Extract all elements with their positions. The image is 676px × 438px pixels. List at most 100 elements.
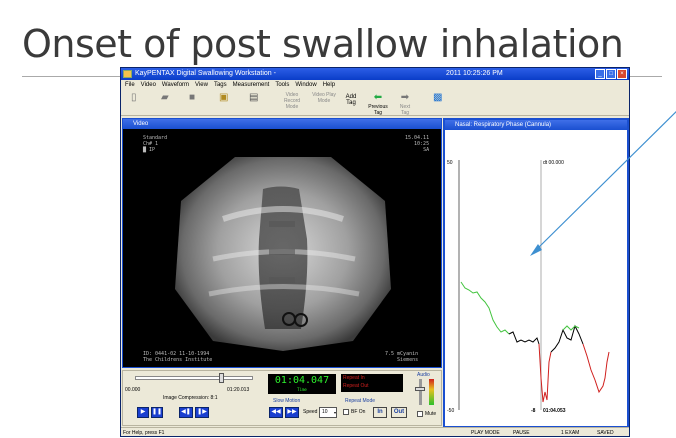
play-button[interactable]: ▶ xyxy=(137,407,149,418)
menu-video[interactable]: Video xyxy=(141,80,156,90)
menu-window[interactable]: Window xyxy=(295,80,316,90)
overlay-line: SA xyxy=(423,147,430,153)
repeat-mode-label: Repeat Mode xyxy=(345,398,376,404)
pause-icon: ❚❚ xyxy=(152,409,163,415)
slow-rewind-button[interactable]: ◀◀ xyxy=(269,407,283,418)
app-window: KayPENTAX Digital Swallowing Workstation… xyxy=(120,67,630,437)
video-overlay-top-left: Standard Ch# 1 █ IP xyxy=(143,135,167,153)
window-clock: 2011 10:25:26 PM xyxy=(446,70,503,77)
video-record-mode-button[interactable]: Video Record Mode xyxy=(279,92,305,110)
video-play-label: Video Play Mode xyxy=(312,92,336,104)
timeline-slider[interactable] xyxy=(135,376,253,380)
step-back-button[interactable]: ◀❚ xyxy=(179,407,193,418)
save-button[interactable]: ■ xyxy=(189,92,195,104)
arrow-left-icon: ⬅ xyxy=(373,92,383,103)
video-overlay-bottom-right: 7.5 mCyanin Siemens xyxy=(385,351,418,363)
video-panel: Video Standard Ch# 1 █ IP 15.04.11 10:25… xyxy=(122,118,442,368)
previous-tag-label: Previous Tag xyxy=(368,104,388,116)
status-bar: For Help, press F1 PLAY MODE PAUSE 1 EXA… xyxy=(121,427,629,437)
time-display-value: 01:04.047 xyxy=(274,375,330,386)
speed-select[interactable]: 10 ▾ xyxy=(319,407,337,418)
menu-file[interactable]: File xyxy=(125,80,135,90)
video-panel-header[interactable]: Video xyxy=(123,119,441,129)
step-forward-button[interactable]: ❚▶ xyxy=(195,407,209,418)
start-time: 00.000 xyxy=(125,387,141,393)
patient-button[interactable]: ▣ xyxy=(219,92,228,104)
respiratory-panel-header[interactable]: Nasal: Respiratory Phase (Cannula) xyxy=(445,120,627,130)
maximize-button[interactable]: □ xyxy=(606,69,616,79)
floppy-icon: ■ xyxy=(189,92,196,103)
next-tag-label: Next Tag xyxy=(399,104,411,116)
slow-motion-label: Slow Motion xyxy=(273,398,301,404)
video-overlay-bottom-left: ID: 0441-02 11-10-1994 The Childrens Ins… xyxy=(143,351,212,363)
bf-on-checkbox[interactable] xyxy=(343,409,349,415)
menu-measurement[interactable]: Measurement xyxy=(233,80,270,90)
printer-icon: ▤ xyxy=(249,92,259,103)
new-file-button[interactable]: ▯ xyxy=(131,92,137,104)
waveform-black-1 xyxy=(508,331,540,345)
patient-icon: ▣ xyxy=(219,92,229,103)
time-display: 01:04.047 Time xyxy=(268,374,336,394)
close-button[interactable]: × xyxy=(617,69,627,79)
repeat-in-label: Repeat In xyxy=(343,375,365,381)
repeat-out-button[interactable]: Out xyxy=(391,407,407,418)
bf-on-label: BF On xyxy=(351,409,366,415)
step-back-icon: ◀❚ xyxy=(181,409,191,415)
help-book-icon: ▩ xyxy=(433,92,443,103)
waveform-black-2 xyxy=(550,324,584,353)
print-button[interactable]: ▤ xyxy=(249,92,258,104)
menu-bar: File Video Waveform View Tags Measuremen… xyxy=(121,80,629,90)
window-titlebar[interactable]: KayPENTAX Digital Swallowing Workstation… xyxy=(121,68,629,80)
video-play-mode-button[interactable]: Video Play Mode xyxy=(311,92,337,104)
end-time: 01:20.013 xyxy=(227,387,250,393)
app-icon xyxy=(123,70,132,78)
window-title: KayPENTAX Digital Swallowing Workstation… xyxy=(135,70,276,77)
previous-tag-button[interactable]: ⬅ Previous Tag xyxy=(367,92,389,116)
respiratory-panel: Nasal: Respiratory Phase (Cannula) 50 -5… xyxy=(443,118,629,428)
menu-tags[interactable]: Tags xyxy=(214,80,227,90)
arrow-right-icon: ➡ xyxy=(400,92,410,103)
new-file-icon: ▯ xyxy=(131,92,137,103)
help-button[interactable]: ▩ xyxy=(433,92,442,104)
step-forward-icon: ❚▶ xyxy=(197,409,207,415)
audio-slider-track[interactable] xyxy=(419,379,422,405)
fast-forward-icon: ▶▶ xyxy=(287,409,297,415)
video-record-label: Video Record Mode xyxy=(283,92,301,110)
speed-label: Speed xyxy=(303,409,318,415)
folder-icon: ▰ xyxy=(161,92,169,103)
audio-slider-handle[interactable] xyxy=(415,387,425,391)
audio-label: Audio xyxy=(417,372,430,378)
menu-view[interactable]: View xyxy=(195,80,208,90)
menu-help[interactable]: Help xyxy=(323,80,335,90)
menu-tools[interactable]: Tools xyxy=(275,80,289,90)
y-bottom-label: -50 xyxy=(447,408,454,414)
repeat-out-label: Repeat Out xyxy=(343,383,369,389)
rewind-icon: ◀◀ xyxy=(271,409,281,415)
slow-forward-button[interactable]: ▶▶ xyxy=(285,407,299,418)
slide-title: Onset of post swallow inhalation xyxy=(22,22,624,66)
repeat-in-button[interactable]: In xyxy=(373,407,387,418)
xray-video-frame[interactable]: Standard Ch# 1 █ IP 15.04.11 10:25 SA ID… xyxy=(123,129,441,367)
respiratory-waveform[interactable]: 50 -50 dt 00.000 -8 01:04.053 xyxy=(445,130,627,416)
next-tag-button[interactable]: ➡ Next Tag xyxy=(397,92,413,116)
video-panel-title: Video xyxy=(133,121,149,127)
minimize-button[interactable]: _ xyxy=(595,69,605,79)
play-icon: ▶ xyxy=(140,409,146,415)
toolbar: ▯ ▰ ■ ▣ ▤ Video Record Mode Video Play M… xyxy=(121,90,629,116)
speed-value: 10 xyxy=(322,409,328,415)
add-tag-button[interactable]: Add Tag xyxy=(343,94,359,106)
respiratory-panel-title: Nasal: Respiratory Phase (Cannula) xyxy=(455,122,552,128)
waveform-green-1 xyxy=(460,281,510,335)
timeline-handle[interactable] xyxy=(219,373,224,383)
xray-image xyxy=(123,129,441,367)
open-file-button[interactable]: ▰ xyxy=(161,92,169,104)
repeat-display: Repeat In Repeat Out xyxy=(341,374,403,392)
cursor-time-label: 01:04.053 xyxy=(543,408,566,414)
mute-checkbox[interactable] xyxy=(417,411,423,417)
pause-button[interactable]: ❚❚ xyxy=(151,407,163,418)
video-overlay-top-right: 15.04.11 10:25 SA xyxy=(405,135,429,153)
menu-waveform[interactable]: Waveform xyxy=(162,80,189,90)
add-tag-label: Add Tag xyxy=(345,94,357,106)
overlay-line: The Childrens Institute xyxy=(143,357,213,363)
playback-controls: 00.000 01:20.013 Image Compression: 8:1 … xyxy=(122,370,442,426)
